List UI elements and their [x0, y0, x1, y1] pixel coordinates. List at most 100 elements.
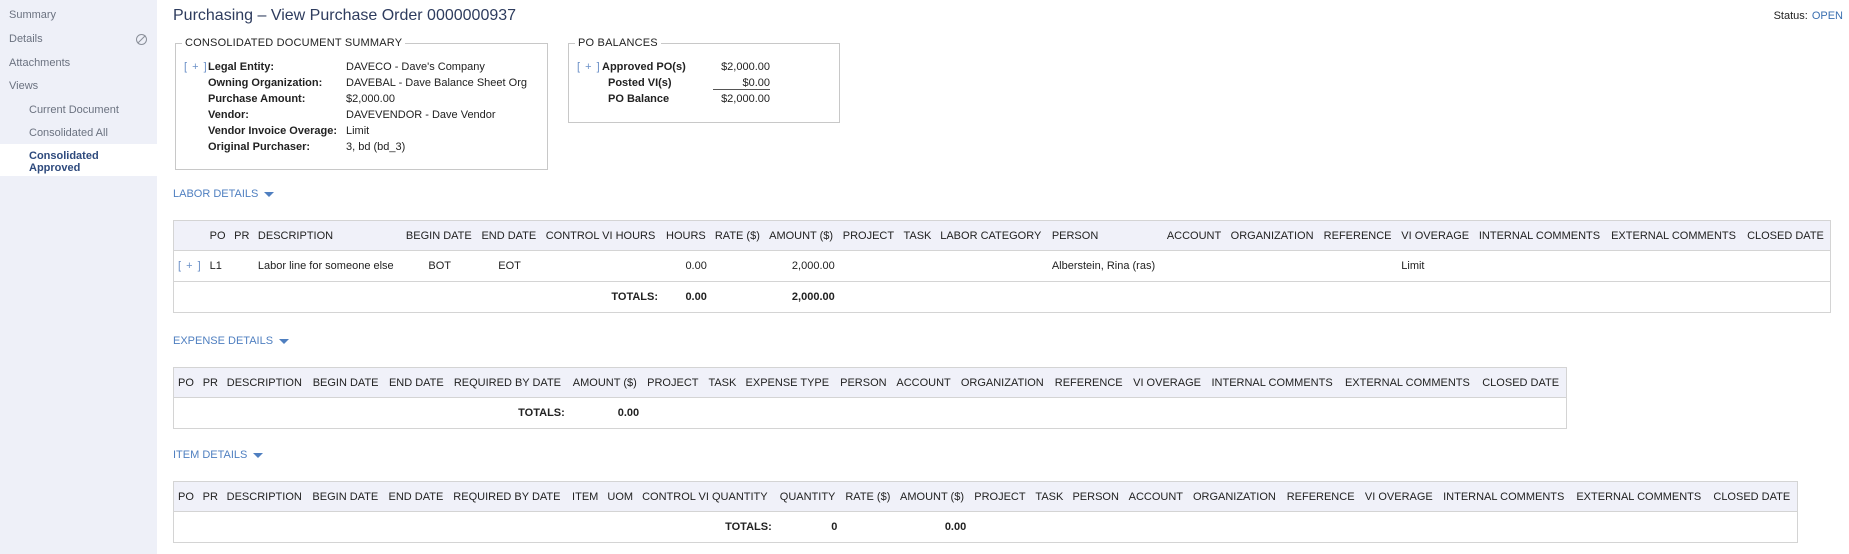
column-header: RATE ($) [710, 220, 766, 251]
column-header: PROJECT [970, 481, 1032, 512]
total-hours: 0.00 [685, 291, 707, 303]
ban-icon [136, 34, 147, 45]
column-header [173, 220, 206, 251]
labor-organization [1226, 250, 1320, 282]
main-content: Purchasing – View Purchase Order 0000000… [173, 0, 1843, 554]
column-header: EXTERNAL COMMENTS [1340, 367, 1479, 398]
item-details-table: PO PR DESCRIPTION BEGIN DATE END DATE RE… [173, 481, 1798, 543]
balance-row-po-balance: PO Balance [608, 93, 669, 105]
labor-reference [1319, 250, 1398, 282]
column-header: PO [173, 481, 199, 512]
row-expand-toggle[interactable]: [ + ] [173, 250, 206, 282]
column-header: INTERNAL COMMENTS [1474, 220, 1608, 251]
column-header: AMOUNT ($) [896, 481, 971, 512]
column-header: BEGIN DATE [308, 367, 385, 398]
summary-row-owning-organization: Owning Organization: DAVEBAL - Dave Balan… [208, 77, 527, 89]
labor-totals-row: TOTALS: 0.00 2,000.00 [174, 282, 1831, 313]
labor-task [899, 250, 937, 282]
summary-value: Limit [346, 125, 370, 137]
totals-label: TOTALS: [725, 521, 772, 533]
labor-account [1162, 250, 1227, 282]
column-header: PR [198, 367, 223, 398]
item-details-title: ITEM DETAILS [173, 449, 248, 461]
column-header: REQUIRED BY DATE [449, 481, 569, 512]
expense-details-toggle[interactable]: EXPENSE DETAILS [173, 335, 290, 347]
total-amount: 0.00 [617, 407, 640, 419]
summary-value: DAVEVENDOR - Dave Vendor [346, 109, 496, 121]
labor-end-date: EOT [477, 250, 542, 282]
summary-row-purchase-amount: Purchase Amount: $2,000.00 [208, 93, 395, 105]
column-header: PERSON [836, 367, 893, 398]
column-header: END DATE [384, 367, 450, 398]
labor-details-table: PO PR DESCRIPTION BEGIN DATE END DATE CO… [173, 220, 1831, 313]
labor-vi-overage: Limit [1397, 250, 1475, 282]
column-header: UOM [603, 481, 639, 512]
summary-row-original-purchaser: Original Purchaser: 3, bd (bd_3) [208, 141, 405, 153]
column-header: BEGIN DATE [401, 220, 478, 251]
labor-header-row: PO PR DESCRIPTION BEGIN DATE END DATE CO… [173, 220, 1831, 251]
labor-details-title: LABOR DETAILS [173, 188, 259, 200]
item-header-row: PO PR DESCRIPTION BEGIN DATE END DATE RE… [173, 481, 1798, 512]
column-header: EXTERNAL COMMENTS [1572, 481, 1710, 512]
column-header: RATE ($) [841, 481, 897, 512]
column-header: REFERENCE [1050, 367, 1130, 398]
balances-expand-toggle[interactable]: [ + ] [577, 61, 601, 73]
page-title: Purchasing – View Purchase Order 0000000… [173, 7, 517, 24]
labor-details-toggle[interactable]: LABOR DETAILS [173, 188, 275, 200]
balance-label: PO Balance [608, 93, 670, 105]
labor-external-comments [1607, 250, 1744, 282]
column-header: CLOSED DATE [1743, 220, 1831, 251]
summary-value: DAVECO - Dave's Company [346, 61, 485, 73]
column-header: ITEM [568, 481, 604, 512]
summary-row-vendor-invoice-overage: Vendor Invoice Overage: Limit [208, 125, 369, 137]
column-header: ACCOUNT [1162, 220, 1227, 251]
column-header: END DATE [477, 220, 542, 251]
total-rate [841, 512, 896, 543]
summary-label: Legal Entity: [208, 61, 275, 73]
labor-begin-date: BOT [401, 250, 478, 282]
sidebar-view-current-document[interactable]: Current Document [29, 104, 119, 116]
balance-value-posted: $0.00 [713, 77, 770, 90]
column-header: DESCRIPTION [222, 367, 309, 398]
summary-label: Owning Organization: [208, 77, 323, 89]
column-header: PROJECT [643, 367, 705, 398]
status-indicator: Status: OPEN [1774, 10, 1843, 22]
column-header: ACCOUNT [1124, 481, 1189, 512]
column-header: DESCRIPTION [253, 220, 402, 251]
column-header: HOURS [662, 220, 711, 251]
summary-expand-toggle[interactable]: [ + ] [184, 61, 208, 73]
column-header: ACCOUNT [892, 367, 957, 398]
totals-label: TOTALS: [611, 291, 659, 303]
column-header: PROJECT [838, 220, 900, 251]
labor-amount: 2,000.00 [765, 250, 839, 282]
balance-label: Posted VI(s) [608, 77, 672, 89]
column-header: END DATE [384, 481, 450, 512]
balance-row-posted: Posted VI(s) [608, 77, 672, 89]
caret-down-icon [279, 338, 290, 344]
balances-legend: PO BALANCES [578, 37, 658, 49]
column-header: CLOSED DATE [1709, 481, 1798, 512]
summary-row-vendor: Vendor: DAVEVENDOR - Dave Vendor [208, 109, 496, 121]
summary-value: DAVEBAL - Dave Balance Sheet Org [346, 77, 527, 89]
column-header: PR [230, 220, 254, 251]
column-header: VI OVERAGE [1397, 220, 1475, 251]
labor-pr [230, 250, 254, 282]
item-totals-row: TOTALS: 0 0.00 [174, 512, 1798, 543]
sidebar-item-attachments[interactable]: Attachments [9, 57, 70, 69]
labor-po: L1 [205, 250, 231, 282]
totals-spacer [970, 512, 1797, 543]
caret-down-icon [253, 452, 264, 458]
column-header: DESCRIPTION [222, 481, 309, 512]
column-header: TASK [704, 367, 742, 398]
sidebar-item-summary[interactable]: Summary [9, 9, 56, 21]
labor-hours: 0.00 [662, 250, 711, 282]
column-header: LABOR CATEGORY [936, 220, 1048, 251]
summary-label: Purchase Amount: [208, 93, 306, 105]
item-details-toggle[interactable]: ITEM DETAILS [173, 449, 264, 461]
column-header: TASK [1031, 481, 1069, 512]
sidebar-item-details[interactable]: Details [9, 33, 43, 45]
sidebar-view-consolidated-approved[interactable]: Consolidated Approved [29, 150, 129, 174]
labor-closed-date [1743, 250, 1831, 282]
sidebar-view-consolidated-all[interactable]: Consolidated All [29, 127, 108, 139]
totals-label: TOTALS: [518, 407, 565, 419]
